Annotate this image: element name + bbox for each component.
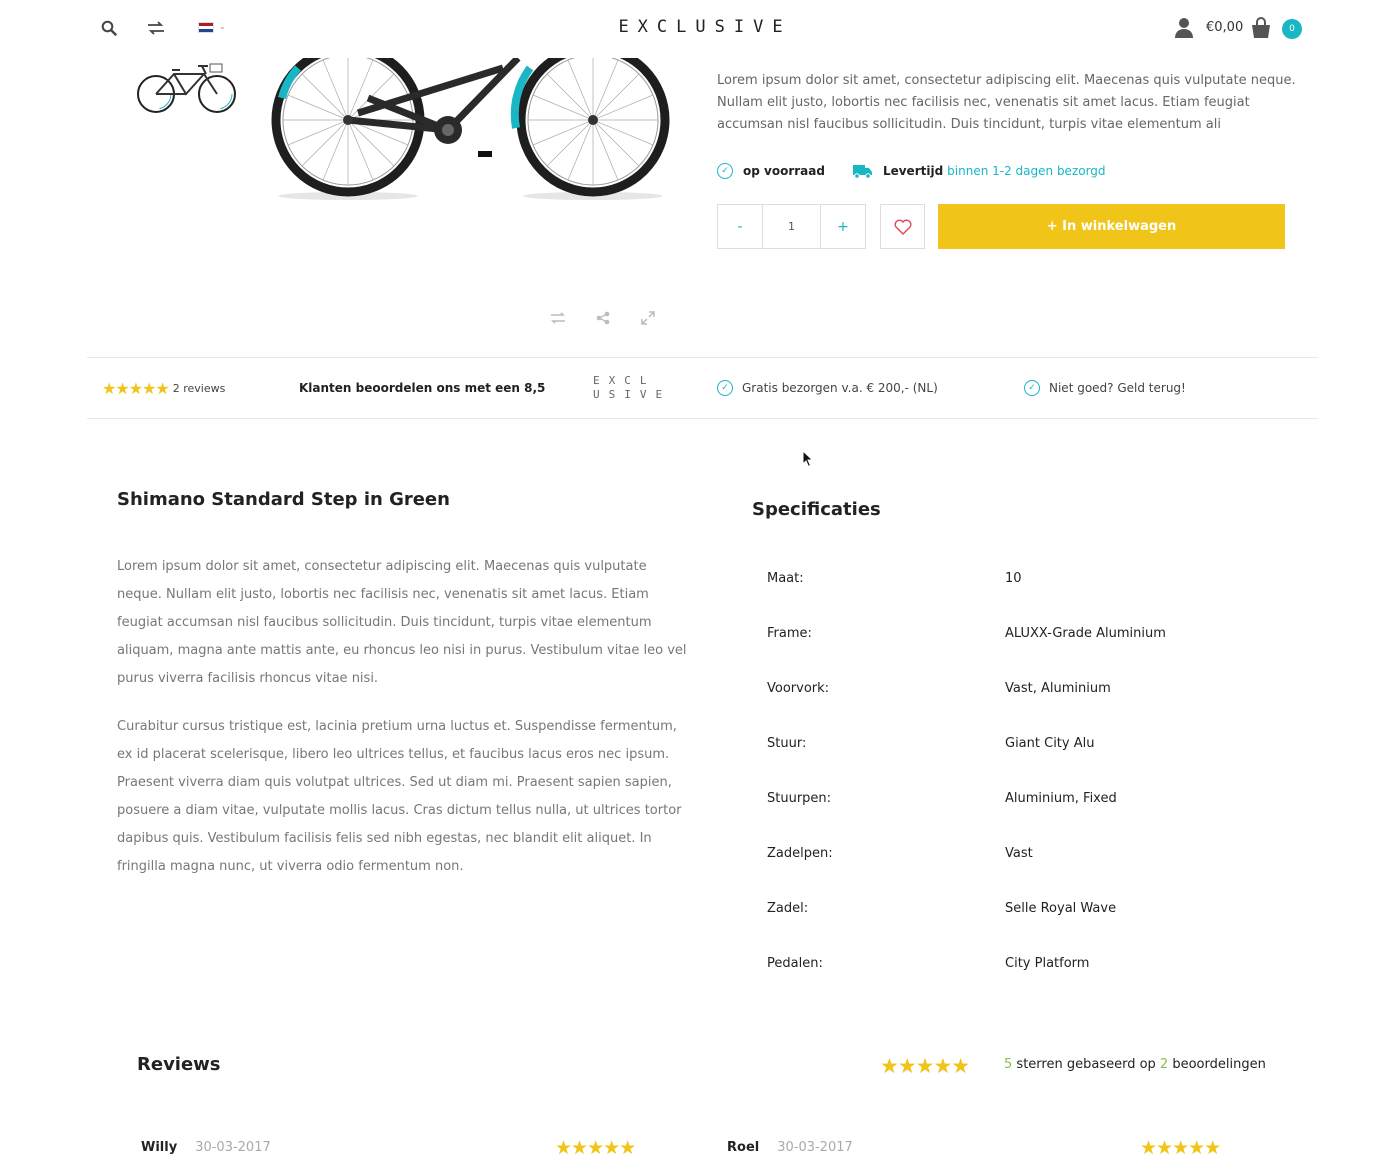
user-account-icon[interactable] [1174, 17, 1194, 39]
rating-summary[interactable]: ★★★★★ 2 reviews [102, 358, 225, 418]
reviews-summary-end: beoordelingen [1172, 1057, 1266, 1072]
delivery-time: binnen 1-2 dagen bezorgd [947, 164, 1106, 178]
product-main-image[interactable] [268, 43, 678, 208]
delivery-label: Levertijd [882, 164, 944, 178]
reviews-title: Reviews [137, 1054, 221, 1075]
stock-status: op voorraad [743, 164, 825, 178]
usp-bar: ★★★★★ 2 reviews Klanten beoordelen ons m… [87, 357, 1318, 419]
add-to-cart-button[interactable]: + In winkelwagen [938, 204, 1285, 249]
check-icon: ✓ [1024, 380, 1040, 396]
logo-line2: USIVE [593, 388, 672, 401]
description-paragraph: Curabitur cursus tristique est, lacinia … [117, 719, 682, 874]
spec-value: Vast, Aluminium [1005, 681, 1111, 696]
product-short-description: Lorem ipsum dolor sit amet, consectetur … [717, 73, 1296, 132]
heart-icon [894, 219, 911, 235]
reviews-count: 2 [1159, 1057, 1169, 1072]
quantity-stepper: - 1 + [717, 204, 866, 249]
spec-value: ALUXX-Grade Aluminium [1005, 626, 1166, 641]
spec-value: 10 [1005, 571, 1022, 586]
product-thumbnail[interactable] [134, 58, 242, 120]
review-author: Roel [727, 1140, 760, 1155]
site-header: ⌄ EXCLUSIVE €0,00 0 [0, 0, 1386, 58]
compare-icon[interactable] [146, 18, 166, 38]
logo-line1: EXCL [593, 374, 656, 387]
expand-icon[interactable] [639, 309, 657, 327]
brand-logo-small: EXCL USIVE [593, 358, 673, 418]
spec-row: Voorvork: Vast, Aluminium [767, 681, 1287, 703]
review-stars: ★★★★★ [555, 1137, 636, 1156]
brand-logo[interactable]: EXCLUSIVE [615, 17, 795, 37]
reviews-star-rating: ★★★★★ [880, 1054, 970, 1078]
quantity-decrease-button[interactable]: - [718, 205, 762, 248]
review-date: 30-03-2017 [195, 1140, 271, 1155]
spec-key: Zadel: [767, 901, 809, 916]
language-flag-icon[interactable] [198, 22, 214, 33]
spec-value: Aluminium, Fixed [1005, 791, 1117, 806]
availability-row: ✓ op voorraad Levertijd binnen 1-2 dagen… [717, 160, 1106, 182]
mouse-cursor-icon [802, 450, 814, 468]
customer-rating-text: Klanten beoordelen ons met een 8,5 [299, 381, 546, 395]
spec-key: Zadelpen: [767, 846, 833, 861]
chevron-down-icon[interactable]: ⌄ [219, 22, 226, 31]
check-icon: ✓ [717, 163, 733, 179]
description-title: Shimano Standard Step in Green [117, 489, 450, 510]
spec-key: Stuur: [767, 736, 807, 751]
review-stars: ★★★★★ [1140, 1137, 1221, 1156]
spec-key: Pedalen: [767, 956, 823, 971]
money-back-usp: ✓ Niet goed? Geld terug! [1024, 358, 1186, 418]
specifications-title: Specificaties [752, 499, 881, 520]
shopping-bag-icon[interactable] [1249, 16, 1273, 40]
reviews-summary-mid: sterren gebaseerd op [1016, 1057, 1156, 1072]
spec-row: Pedalen: City Platform [767, 956, 1287, 978]
cart-total[interactable]: €0,00 [1206, 20, 1243, 35]
spec-value: Vast [1005, 846, 1033, 861]
spec-value: Giant City Alu [1005, 736, 1095, 751]
spec-row: Maat: 10 [767, 571, 1287, 593]
free-shipping-text: Gratis bezorgen v.a. € 200,- (NL) [742, 381, 938, 395]
free-shipping-usp: ✓ Gratis bezorgen v.a. € 200,- (NL) [717, 358, 938, 418]
quantity-input[interactable]: 1 [762, 205, 821, 248]
reviews-summary: 5 sterren gebaseerd op 2 beoordelingen [1004, 1057, 1266, 1072]
description-paragraph: Lorem ipsum dolor sit amet, consectetur … [117, 559, 687, 686]
spec-value: City Platform [1005, 956, 1090, 971]
cart-count-badge: 0 [1282, 19, 1302, 39]
review-item: Roel 30-03-2017 [727, 1140, 853, 1155]
spec-row: Zadelpen: Vast [767, 846, 1287, 868]
compare-icon[interactable] [549, 309, 567, 327]
spec-row: Frame: ALUXX-Grade Aluminium [767, 626, 1287, 648]
review-date: 30-03-2017 [777, 1140, 853, 1155]
spec-key: Voorvork: [767, 681, 830, 696]
reviews-score: 5 [1004, 1057, 1013, 1072]
check-icon: ✓ [717, 380, 733, 396]
reviews-count: 2 reviews [172, 381, 226, 395]
spec-key: Frame: [767, 626, 812, 641]
spec-key: Stuurpen: [767, 791, 832, 806]
money-back-text: Niet goed? Geld terug! [1049, 381, 1186, 395]
search-icon[interactable] [99, 18, 119, 38]
truck-icon [852, 163, 873, 179]
quantity-increase-button[interactable]: + [821, 205, 865, 248]
spec-row: Zadel: Selle Royal Wave [767, 901, 1287, 923]
spec-row: Stuur: Giant City Alu [767, 736, 1287, 758]
spec-row: Stuurpen: Aluminium, Fixed [767, 791, 1287, 813]
share-icon[interactable] [594, 309, 612, 327]
star-rating: ★★★★★ [102, 378, 170, 398]
spec-key: Maat: [767, 571, 804, 586]
review-item: Willy 30-03-2017 [141, 1140, 271, 1155]
spec-value: Selle Royal Wave [1005, 901, 1117, 916]
review-author: Willy [141, 1140, 178, 1155]
image-tools [549, 309, 657, 327]
wishlist-button[interactable] [880, 204, 925, 249]
